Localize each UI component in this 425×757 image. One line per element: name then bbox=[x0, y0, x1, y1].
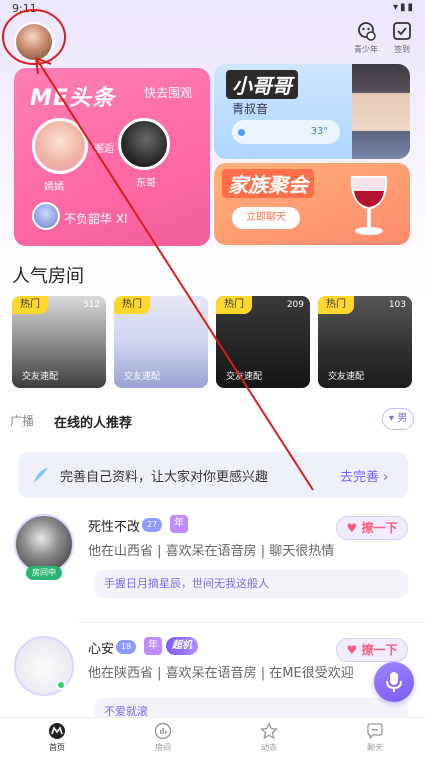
complete-profile-action: 去完善 bbox=[340, 470, 380, 485]
list-divider bbox=[78, 622, 425, 623]
chat-now-button[interactable]: 立即聊天 bbox=[232, 207, 300, 229]
in-room-badge: 房间中 bbox=[26, 566, 62, 580]
my-avatar[interactable] bbox=[14, 22, 54, 62]
gender-filter-button[interactable]: ▾ 男 bbox=[382, 408, 414, 430]
hot-tag: 热门 bbox=[12, 296, 48, 314]
user-name: 死性不改 bbox=[88, 520, 141, 535]
room-online-count: 209 bbox=[286, 300, 304, 310]
user-quote: 手握日月摘星辰，世间无我这般人 bbox=[94, 570, 408, 598]
gender-filter-label: 男 bbox=[397, 413, 408, 424]
nav-home[interactable]: 首页 bbox=[27, 722, 87, 753]
chat-icon bbox=[367, 723, 383, 740]
tab-broadcast[interactable]: 广播 bbox=[10, 412, 34, 429]
filter-icon: ▾ bbox=[388, 413, 394, 424]
room-card[interactable]: 热门 103 交友速配 bbox=[318, 296, 412, 388]
room-icon bbox=[154, 722, 172, 740]
flirt-button[interactable]: ♥ 撩一下 bbox=[336, 638, 408, 662]
user-description: 他在山西省 | 喜欢呆在语音房 | 聊天很热情 bbox=[88, 544, 335, 559]
bottom-navigation: 首页 房间 动态 聊天 bbox=[0, 717, 425, 757]
star-icon bbox=[260, 722, 278, 740]
couple-name-right: 东哥 bbox=[136, 178, 156, 189]
nav-room[interactable]: 房间 bbox=[133, 722, 193, 753]
room-card[interactable]: 热门 21 交友速配 bbox=[114, 296, 208, 388]
hot-tag: 热门 bbox=[114, 296, 150, 314]
user-card[interactable]: 房间中 死性不改 27 年 他在山西省 | 喜欢呆在语音房 | 聊天很热情 手握… bbox=[0, 510, 425, 610]
teen-mode-button[interactable]: 青少年 bbox=[346, 20, 386, 55]
user-card[interactable]: 心安 18 年 超机 他在陕西省 | 喜欢呆在语音房 | 在ME很受欢迎 不爱就… bbox=[0, 632, 425, 726]
voice-play-dot-icon bbox=[238, 129, 245, 136]
complete-profile-text: 完善自己资料，让大家对你更感兴趣 bbox=[60, 470, 269, 485]
little-brother-illustration bbox=[352, 64, 410, 159]
popular-rooms-title: 人气房间 bbox=[12, 266, 84, 287]
nav-chat-label: 聊天 bbox=[367, 743, 383, 752]
status-bar: 9:11 ▾▮▮ bbox=[0, 0, 425, 18]
user-name: 心安 bbox=[88, 642, 115, 657]
room-category: 交友速配 bbox=[22, 372, 59, 382]
heart-icon: ♥ bbox=[346, 521, 358, 535]
teen-mode-icon bbox=[358, 22, 376, 41]
hot-tag: 热门 bbox=[318, 296, 354, 314]
room-online-count: 21 bbox=[190, 300, 202, 310]
me-headline-banner[interactable]: ME头条 快去围观 邂逅 嫣嫣 东哥 不负韶华 XI bbox=[14, 68, 210, 246]
nav-moment[interactable]: 动态 bbox=[239, 722, 299, 753]
nav-room-label: 房间 bbox=[155, 743, 171, 752]
little-brother-title: 小哥哥 bbox=[226, 70, 298, 99]
headline-user-avatar bbox=[32, 202, 60, 230]
user-description: 他在陕西省 | 喜欢呆在语音房 | 在ME很受欢迎 bbox=[88, 666, 354, 681]
room-category: 交友速配 bbox=[328, 372, 365, 382]
super-badge: 超机 bbox=[166, 637, 198, 655]
voice-sample-pill[interactable]: 33" bbox=[232, 120, 340, 144]
age-badge: 27 bbox=[142, 518, 163, 532]
teen-mode-label: 青少年 bbox=[354, 45, 378, 54]
sign-in-icon bbox=[393, 22, 411, 40]
microphone-icon bbox=[386, 672, 402, 692]
flirt-button[interactable]: ♥ 撩一下 bbox=[336, 516, 408, 540]
voice-duration: 33" bbox=[310, 126, 328, 137]
sign-in-button[interactable]: 签到 bbox=[382, 20, 422, 55]
complete-profile-link[interactable]: 去完善 › bbox=[340, 466, 388, 485]
flirt-label: 撩一下 bbox=[361, 521, 398, 535]
pen-icon bbox=[34, 468, 48, 482]
complete-profile-banner[interactable]: 完善自己资料，让大家对你更感兴趣 去完善 › bbox=[18, 452, 408, 498]
watch-link[interactable]: 快去围观 bbox=[144, 84, 192, 101]
top-header: 青少年 签到 bbox=[0, 18, 425, 66]
me-headline-logo: ME头条 bbox=[30, 86, 115, 111]
feed-tabs: 广播 在线的人推荐 ▾ 男 bbox=[0, 408, 425, 434]
little-brother-subtitle: 青叔音 bbox=[232, 102, 269, 116]
little-brother-banner[interactable]: 小哥哥 青叔音 33" bbox=[214, 64, 410, 159]
heart-icon: ♥ bbox=[346, 643, 358, 657]
user-avatar[interactable] bbox=[14, 514, 74, 574]
chevron-right-icon: › bbox=[383, 470, 389, 485]
room-category: 交友速配 bbox=[124, 372, 161, 382]
couple-avatar-right bbox=[118, 118, 170, 170]
nav-chat[interactable]: 聊天 bbox=[345, 722, 405, 753]
family-party-title: 家族聚会 bbox=[222, 169, 314, 198]
status-icons: ▾▮▮ bbox=[392, 2, 415, 13]
couple-connector: 邂逅 bbox=[94, 144, 114, 155]
home-icon bbox=[49, 723, 65, 739]
online-status-dot bbox=[56, 680, 66, 690]
room-online-count: 312 bbox=[82, 300, 100, 310]
hot-tag: 热门 bbox=[216, 296, 252, 314]
wine-glass-icon bbox=[350, 176, 388, 235]
level-badge: 年 bbox=[170, 515, 188, 533]
room-card[interactable]: 热门 312 交友速配 bbox=[12, 296, 106, 388]
level-badge: 年 bbox=[144, 637, 162, 655]
tab-online-recommend[interactable]: 在线的人推荐 bbox=[54, 412, 132, 431]
couple-name-left: 嫣嫣 bbox=[44, 182, 64, 193]
status-time: 9:11 bbox=[12, 2, 37, 15]
flirt-label: 撩一下 bbox=[361, 643, 398, 657]
headline-text: 不负韶华 XI bbox=[64, 212, 128, 226]
room-online-count: 103 bbox=[388, 300, 406, 310]
room-category: 交友速配 bbox=[226, 372, 263, 382]
couple-avatar-left bbox=[32, 118, 88, 174]
nav-moment-label: 动态 bbox=[261, 743, 277, 752]
sign-in-label: 签到 bbox=[394, 45, 410, 54]
family-party-banner[interactable]: 家族聚会 立即聊天 bbox=[214, 163, 410, 245]
voice-mic-button[interactable] bbox=[374, 662, 414, 702]
age-badge: 18 bbox=[116, 640, 137, 654]
room-card[interactable]: 热门 209 交友速配 bbox=[216, 296, 310, 388]
nav-home-label: 首页 bbox=[49, 743, 65, 752]
